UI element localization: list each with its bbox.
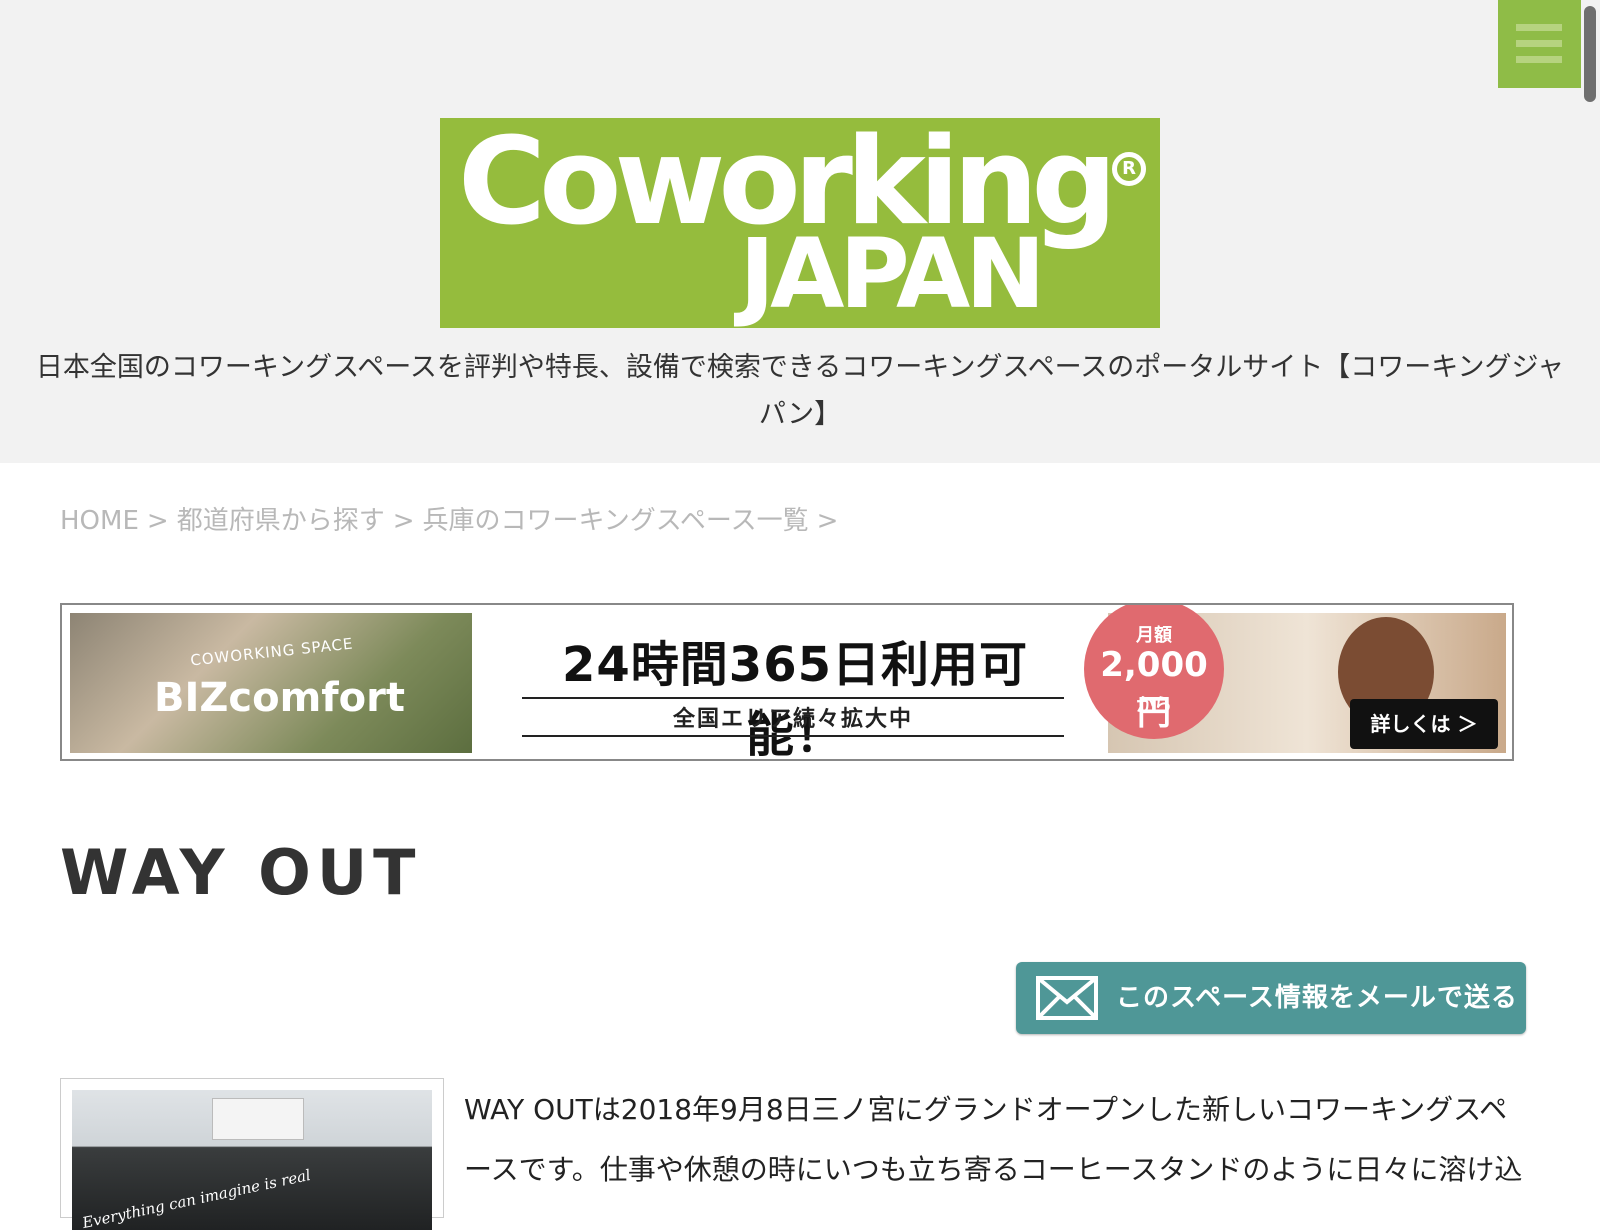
breadcrumb-separator: > (392, 506, 415, 536)
breadcrumb: HOME > 都道府県から探す > 兵庫のコワーキングスペース一覧 > (60, 500, 846, 537)
hamburger-menu-button[interactable] (1498, 0, 1581, 88)
banner-divider (522, 697, 1064, 699)
send-email-label: このスペース情報をメールで送る (1116, 983, 1518, 1013)
breadcrumb-hyogo-list[interactable]: 兵庫のコワーキングスペース一覧 (423, 506, 809, 536)
banner-subheadline: 全国エリア続々拡大中 (672, 707, 913, 732)
space-interior-image: Everything can imagine is real (72, 1090, 432, 1232)
banner-headline: 24時間365日利用可能！ (562, 637, 1028, 761)
price-badge-from: から (1136, 695, 1172, 716)
bizcomfort-ad-banner[interactable]: COWORKING SPACE BIZcomfort 24時間365日利用可能！… (60, 603, 1514, 761)
space-photo-frame[interactable]: Everything can imagine is real (60, 1078, 444, 1232)
banner-divider (522, 735, 1064, 737)
coworking-japan-logo[interactable]: Coworking R JAPAN (440, 118, 1160, 328)
envelope-icon (1036, 976, 1098, 1020)
site-tagline: 日本全国のコワーキングスペースを評判や特長、設備で検索できるコワーキングスペース… (35, 352, 1565, 430)
page-title: WAY OUT (60, 836, 422, 909)
banner-bizcomfort-logo: BIZcomfort (154, 675, 405, 721)
send-space-info-email-button[interactable]: このスペース情報をメールで送る (1016, 962, 1526, 1034)
registered-mark: R (1112, 152, 1146, 186)
site-header: Coworking R JAPAN 日本全国のコワーキングスペースを評判や特長、… (0, 0, 1600, 463)
breadcrumb-home[interactable]: HOME (60, 506, 139, 536)
price-badge-amount: 2,000円 (1100, 645, 1208, 733)
coworking-space-photo: COWORKING SPACE BIZcomfort (70, 613, 472, 753)
scrollbar-thumb[interactable] (1584, 6, 1596, 102)
hamburger-menu-icon (1516, 24, 1562, 31)
price-badge: 月額 2,000円 から (1084, 605, 1224, 739)
ceiling-air-conditioner (212, 1098, 304, 1140)
chalkboard-text: Everything can imagine is real (80, 1165, 313, 1232)
banner-details-button[interactable]: 詳しくは ＞ (1350, 699, 1498, 749)
breadcrumb-separator: > (816, 506, 839, 536)
breadcrumb-prefecture-search[interactable]: 都道府県から探す (177, 506, 385, 536)
breadcrumb-separator: > (146, 506, 169, 536)
space-description: WAY OUTは2018年9月8日三ノ宮にグランドオープンした新しいコワーキング… (464, 1093, 1523, 1186)
hamburger-menu-icon-bar (1516, 40, 1562, 47)
price-badge-monthly: 月額 (1136, 625, 1172, 646)
logo-text-japan: JAPAN (739, 218, 1045, 328)
hamburger-menu-icon-bar (1516, 56, 1562, 63)
banner-coworking-space-label: COWORKING SPACE (189, 634, 355, 670)
